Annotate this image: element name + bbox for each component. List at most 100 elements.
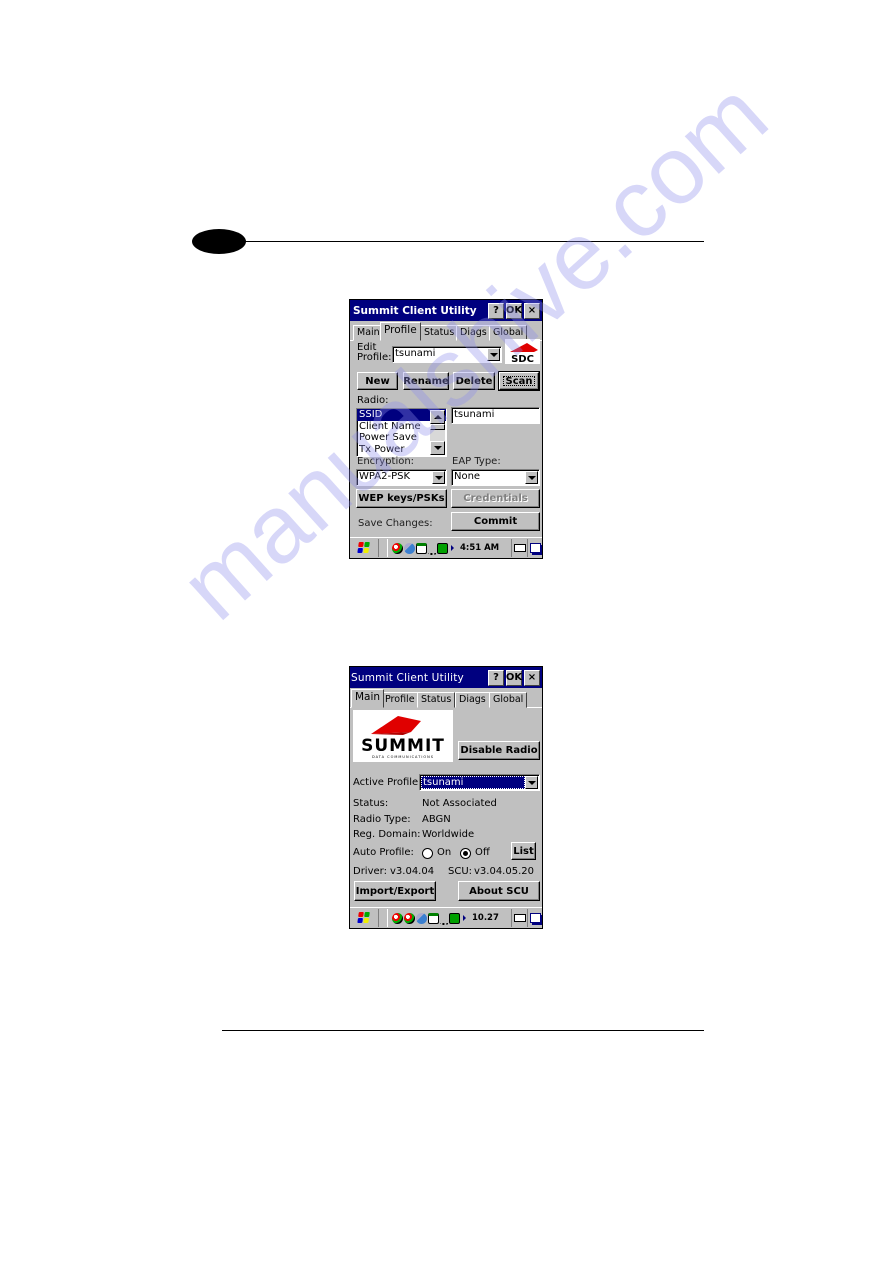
close-button[interactable]: × (524, 302, 540, 319)
summit-logo-text: SUMMIT (361, 736, 445, 756)
summit-logo: SUMMIT DATA COMMUNICATIONS (353, 710, 453, 762)
auto-profile-on-label[interactable]: On (437, 847, 451, 858)
commit-button[interactable]: Commit (451, 512, 540, 531)
screenshot-profile-tab: Summit Client Utility ? OK × Main Profil… (349, 299, 543, 559)
connection-icon[interactable] (392, 912, 403, 924)
rename-button[interactable]: Rename (403, 372, 449, 390)
battery-icon[interactable] (437, 542, 448, 554)
desktop-icon[interactable] (527, 909, 542, 927)
connection-icon-2[interactable] (404, 912, 415, 924)
keyboard-icon[interactable] (511, 539, 527, 557)
header-rule (244, 241, 704, 242)
wep-keys-button[interactable]: WEP keys/PSKs (356, 489, 447, 508)
eap-type-label: EAP Type: (452, 456, 501, 467)
close-button[interactable]: × (524, 669, 540, 686)
start-button[interactable] (350, 539, 379, 557)
connection-icon[interactable] (392, 542, 403, 554)
auto-profile-off-label[interactable]: Off (475, 847, 490, 858)
active-profile-dropdown[interactable]: tsunami (419, 774, 540, 791)
auto-profile-off-radio[interactable] (460, 848, 471, 859)
tray-arrow-icon[interactable] (451, 545, 454, 551)
edit-profile-dropdown[interactable]: tsunami (392, 346, 502, 363)
windows-flag-icon (357, 542, 371, 554)
scu-label: SCU: (448, 866, 473, 877)
status-label: Status: (353, 798, 389, 809)
chevron-down-icon[interactable] (432, 471, 445, 484)
taskbar: 10.27 (350, 907, 542, 928)
sdc-logo: SDC (505, 339, 540, 365)
tab-bar: Main Profile Status Diags Global (350, 688, 542, 708)
import-export-button[interactable]: Import/Export (354, 881, 436, 901)
battery-icon[interactable] (449, 912, 460, 924)
tab-status[interactable]: Status (420, 325, 459, 341)
power-plug-icon[interactable] (428, 542, 436, 555)
taskbar: 4:51 AM (350, 537, 542, 558)
help-button[interactable]: ? (488, 302, 504, 319)
edit-profile-label: Edit Profile: (357, 342, 392, 363)
scu-version: v3.04.05.20 (474, 866, 534, 877)
eap-type-dropdown[interactable]: None (451, 469, 540, 486)
ssid-input[interactable]: tsunami (451, 407, 540, 424)
new-button[interactable]: New (357, 372, 398, 390)
radio-settings-list[interactable]: SSID Client Name Power Save Tx Power (356, 408, 447, 457)
disable-radio-button[interactable]: Disable Radio (458, 741, 540, 760)
scan-button[interactable]: Scan (498, 371, 540, 391)
desktop-icon[interactable] (527, 539, 542, 557)
active-profile-label: Active Profile: (353, 777, 422, 788)
footer-rule (222, 1030, 704, 1031)
screenshot-main-tab: Summit Client Utility ? OK × Main Profil… (349, 666, 543, 929)
chevron-down-icon[interactable] (525, 776, 538, 789)
delete-button[interactable]: Delete (453, 372, 495, 390)
tab-status[interactable]: Status (417, 692, 456, 708)
sdc-logo-text: SDC (511, 354, 534, 364)
system-tray: 10.27 (387, 909, 511, 927)
status-value: Not Associated (422, 798, 497, 809)
start-button[interactable] (350, 909, 379, 927)
system-tray: 4:51 AM (387, 539, 511, 557)
save-changes-label: Save Changes: (358, 518, 433, 529)
driver-version: v3.04.04 (390, 866, 435, 877)
keyboard-icon[interactable] (511, 909, 527, 927)
about-scu-button[interactable]: About SCU (458, 881, 540, 901)
reg-domain-label: Reg. Domain: (353, 829, 421, 840)
tab-global[interactable]: Global (489, 692, 528, 708)
list-scrollbar[interactable] (430, 410, 445, 455)
ok-button[interactable]: OK (506, 302, 522, 319)
chapter-marker (192, 229, 246, 254)
ok-button[interactable]: OK (506, 669, 522, 686)
network-icon[interactable] (404, 542, 415, 554)
clock[interactable]: 4:51 AM (457, 543, 502, 553)
network-icon[interactable] (416, 912, 427, 924)
summit-logo-graphic: SUMMIT DATA COMMUNICATIONS (361, 716, 445, 759)
radio-type-label: Radio Type: (353, 814, 411, 825)
title-bar: Summit Client Utility ? OK × (350, 300, 542, 321)
scroll-down-icon[interactable] (430, 441, 445, 455)
help-button[interactable]: ? (488, 669, 504, 686)
clock[interactable]: 10.27 (469, 913, 502, 923)
list-button[interactable]: List (511, 842, 536, 860)
windows-flag-icon (357, 912, 371, 924)
power-plug-icon[interactable] (440, 912, 448, 925)
sdc-logo-graphic: SDC (510, 343, 538, 365)
input-panel-icon[interactable] (428, 912, 439, 924)
tab-diags[interactable]: Diags (455, 692, 490, 708)
chevron-down-icon[interactable] (525, 471, 538, 484)
window-title: Summit Client Utility (353, 304, 477, 317)
tab-main[interactable]: Main (351, 689, 385, 708)
tab-diags[interactable]: Diags (456, 325, 491, 341)
scroll-up-icon[interactable] (430, 410, 445, 424)
summit-logo-subtext: DATA COMMUNICATIONS (372, 755, 434, 759)
tab-profile[interactable]: Profile (380, 322, 421, 341)
title-bar: Summit Client Utility ? OK × (350, 667, 542, 688)
chevron-down-icon[interactable] (487, 348, 500, 361)
input-panel-icon[interactable] (416, 542, 427, 554)
driver-label: Driver: (353, 866, 387, 877)
encryption-dropdown[interactable]: WPA2-PSK (356, 469, 447, 486)
tab-profile[interactable]: Profile (381, 692, 419, 708)
scroll-thumb[interactable] (430, 424, 445, 430)
credentials-button[interactable]: Credentials (451, 489, 540, 508)
window-title: Summit Client Utility (351, 671, 464, 684)
tray-arrow-icon[interactable] (463, 915, 466, 921)
radio-label: Radio: (357, 395, 389, 406)
auto-profile-on-radio[interactable] (422, 848, 433, 859)
